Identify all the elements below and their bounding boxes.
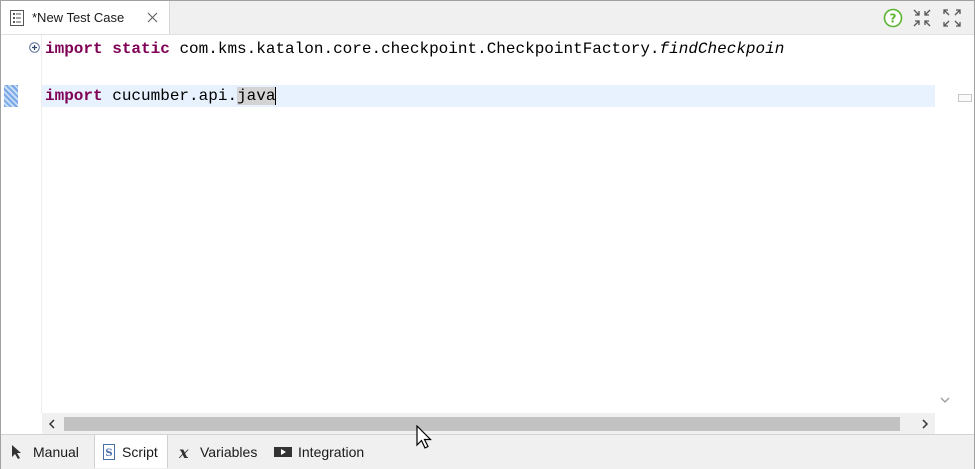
overview-ruler-marker[interactable] xyxy=(958,94,972,102)
folding-ruler xyxy=(19,35,42,413)
tab-variables[interactable]: x Variables xyxy=(177,435,257,468)
manual-cursor-icon xyxy=(12,444,21,459)
scroll-down-icon[interactable] xyxy=(939,395,951,405)
expand-fold-icon[interactable] xyxy=(29,42,40,53)
editor-tab-title: *New Test Case xyxy=(32,10,125,25)
import-path: com.kms.katalon.core.checkpoint.Checkpoi… xyxy=(179,40,660,58)
horizontal-scroll-thumb[interactable] xyxy=(64,417,900,431)
scroll-right-icon[interactable] xyxy=(920,418,930,430)
tab-integration[interactable]: Integration xyxy=(273,435,364,468)
integration-icon xyxy=(274,446,292,457)
keyword-import: import xyxy=(45,87,103,105)
mouse-pointer-icon xyxy=(416,425,432,449)
import-method: findCheckpoin xyxy=(659,40,785,58)
test-case-editor-window: *New Test Case ? import static com.kms.k… xyxy=(0,0,975,469)
code-line-1[interactable]: import static com.kms.katalon.core.check… xyxy=(45,38,784,60)
svg-text:x: x xyxy=(178,444,189,460)
test-case-icon xyxy=(10,10,24,26)
script-icon: S xyxy=(103,443,115,460)
minimize-icon[interactable] xyxy=(912,8,932,28)
tab-script[interactable]: S Script xyxy=(94,435,168,468)
svg-text:?: ? xyxy=(890,12,897,26)
tab-manual-label: Manual xyxy=(33,443,79,460)
editor-tab-bar: *New Test Case ? xyxy=(1,1,974,35)
view-mode-tabs: Manual S Script x Variables Integration xyxy=(1,434,974,469)
code-line-2[interactable]: import cucumber.api.java xyxy=(45,85,277,107)
help-icon[interactable]: ? xyxy=(883,8,903,28)
editor-tab-new-test-case[interactable]: *New Test Case xyxy=(1,1,170,34)
text-caret xyxy=(275,86,277,105)
overview-ruler xyxy=(954,35,974,413)
tab-script-label: Script xyxy=(122,443,158,460)
change-marker xyxy=(4,85,18,107)
svg-text:S: S xyxy=(105,448,112,459)
keyword-import: import xyxy=(45,40,103,58)
keyword-static: static xyxy=(112,40,170,58)
scroll-left-icon[interactable] xyxy=(47,418,57,430)
script-editor[interactable]: import static com.kms.katalon.core.check… xyxy=(1,35,935,413)
tab-variables-label: Variables xyxy=(200,443,258,460)
tab-integration-label: Integration xyxy=(298,443,365,460)
import-path: cucumber.api. xyxy=(112,87,238,105)
variables-icon: x xyxy=(178,444,189,460)
tab-manual[interactable]: Manual xyxy=(10,435,79,468)
vertical-scrollbar[interactable] xyxy=(935,35,954,413)
maximize-icon[interactable] xyxy=(942,8,962,28)
close-icon[interactable] xyxy=(147,12,158,23)
selected-text: java xyxy=(237,87,276,105)
